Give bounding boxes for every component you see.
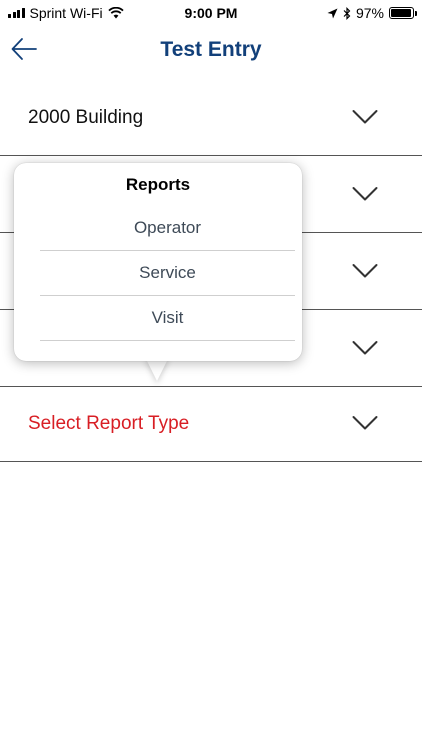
status-bar: Sprint Wi-Fi 9:00 PM 97% bbox=[0, 0, 422, 26]
bluetooth-icon bbox=[343, 6, 351, 20]
screen: Sprint Wi-Fi 9:00 PM 97% Test Entry 2000… bbox=[0, 0, 422, 750]
chevron-down-icon bbox=[352, 264, 378, 278]
popover-title: Reports bbox=[125, 175, 191, 194]
chevron-down-icon bbox=[352, 416, 378, 430]
report-type-placeholder: Select Report Type bbox=[28, 413, 190, 434]
location-arrow-icon bbox=[327, 8, 338, 18]
battery-icon bbox=[389, 7, 417, 19]
building-selector-row[interactable]: 2000 Building bbox=[0, 79, 422, 156]
report-type-selector-row[interactable]: Select Report Type bbox=[0, 385, 422, 462]
row-label: 2000 Building bbox=[28, 107, 144, 128]
page-title: Test Entry bbox=[160, 38, 262, 61]
reports-popover: Reports Operator Service Visit bbox=[14, 163, 302, 361]
chevron-down-icon bbox=[352, 341, 378, 355]
chevron-down-icon bbox=[352, 187, 378, 201]
battery-level bbox=[391, 9, 412, 17]
chevron-down-icon bbox=[352, 110, 378, 124]
battery-percent: 97% bbox=[355, 5, 384, 21]
option-operator[interactable]: Operator bbox=[40, 206, 295, 251]
status-right: 97% bbox=[327, 5, 417, 21]
option-visit[interactable]: Visit bbox=[40, 296, 295, 341]
option-service[interactable]: Service bbox=[40, 251, 295, 296]
nav-bar: Test Entry bbox=[0, 26, 422, 76]
